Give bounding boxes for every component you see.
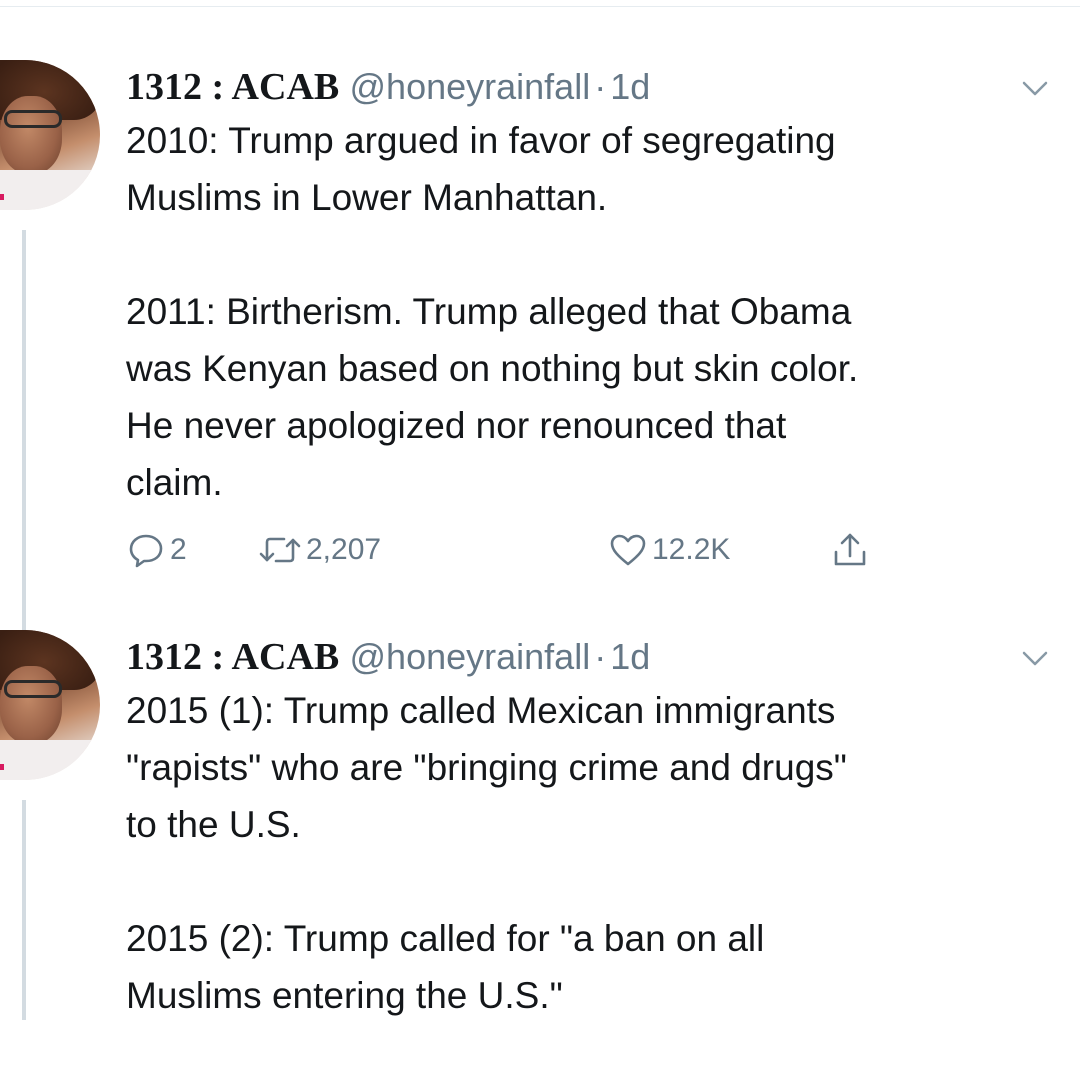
tweet[interactable]: 1312 : ACAB @honeyrainfall · 1d 2010: Trum…	[0, 58, 1080, 675]
user-handle[interactable]: @honeyrainfall	[350, 66, 591, 107]
reply-count: 2	[170, 533, 187, 566]
retweet-count: 2,207	[306, 533, 382, 566]
avatar-glasses	[4, 680, 62, 698]
separator-dot: ·	[594, 66, 607, 107]
chevron-down-icon[interactable]	[1018, 72, 1052, 106]
avatar[interactable]	[0, 630, 100, 780]
timestamp[interactable]: 1d	[610, 636, 650, 677]
tweet-text: 2015 (1): Trump called Mexican immigrant…	[126, 690, 847, 1016]
tweet-actions: 2 2,207 12.2K	[126, 528, 926, 572]
tweet-header: 1312 : ACAB @honeyrainfall · 1d	[126, 632, 650, 682]
avatar[interactable]	[0, 60, 100, 210]
share-button[interactable]	[830, 528, 870, 572]
tweet[interactable]: 1312 : ACAB @honeyrainfall · 1d 2015 (1): …	[0, 628, 1080, 1080]
tweet-text: 2010: Trump argued in favor of segregati…	[126, 120, 859, 503]
heart-icon	[610, 534, 646, 566]
tweet-header: 1312 : ACAB @honeyrainfall · 1d	[126, 62, 650, 112]
avatar-shirt	[0, 740, 100, 780]
avatar-mark	[0, 194, 4, 200]
retweet-icon	[259, 537, 301, 563]
user-handle[interactable]: @honeyrainfall	[350, 636, 591, 677]
separator-dot: ·	[594, 636, 607, 677]
reply-icon	[129, 534, 163, 568]
share-icon	[834, 533, 866, 566]
timestamp[interactable]: 1d	[610, 66, 650, 107]
avatar-mark	[0, 764, 4, 770]
display-name[interactable]: 1312 : ACAB	[126, 66, 339, 108]
like-button[interactable]: 12.2K	[608, 528, 730, 572]
thread-line	[22, 230, 26, 675]
like-count: 12.2K	[652, 533, 731, 566]
retweet-button[interactable]: 2,207	[258, 528, 381, 572]
display-name[interactable]: 1312 : ACAB	[126, 636, 339, 678]
avatar-face	[0, 666, 62, 744]
avatar-glasses	[4, 110, 62, 128]
top-divider	[0, 6, 1080, 7]
avatar-face	[0, 96, 62, 174]
chevron-down-icon[interactable]	[1018, 642, 1052, 676]
avatar-shirt	[0, 170, 100, 210]
reply-button[interactable]: 2	[126, 528, 187, 572]
thread-line	[22, 800, 26, 1020]
